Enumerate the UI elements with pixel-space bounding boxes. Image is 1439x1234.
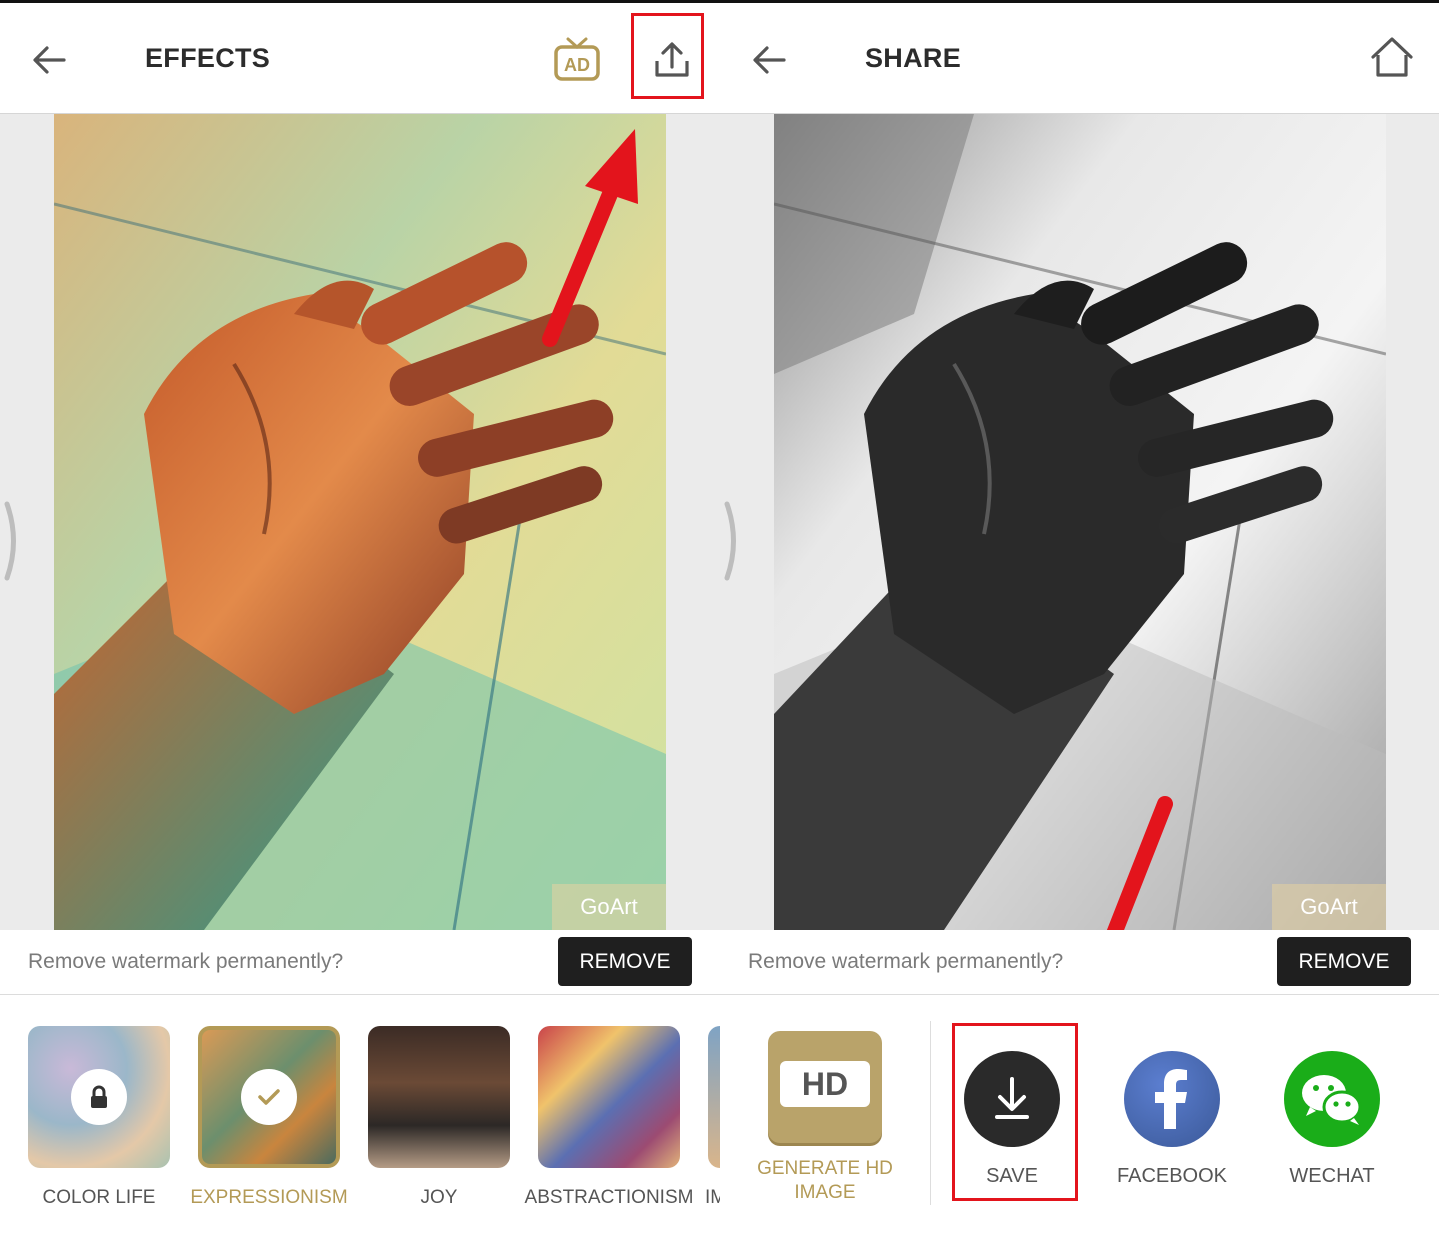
style-label-partial: IM xyxy=(705,1187,720,1208)
effects-screen: EFFECTS AD GoArt Remove watermark perman… xyxy=(0,0,720,1234)
style-tile-color-life[interactable] xyxy=(28,1026,170,1168)
effect-preview-area: GoArt xyxy=(0,114,720,931)
share-preview-area: GoArt xyxy=(720,114,1439,1004)
watermark: GoArt xyxy=(1272,884,1386,930)
watermark: GoArt xyxy=(552,884,666,930)
lock-icon xyxy=(91,1085,107,1108)
drawer-handle-icon[interactable] xyxy=(722,500,742,582)
share-upload-icon[interactable] xyxy=(645,33,699,87)
page-title: EFFECTS xyxy=(145,43,271,73)
page-title: SHARE xyxy=(865,43,962,73)
wechat-label: WECHAT xyxy=(1289,1165,1375,1187)
remove-watermark-button[interactable]: REMOVE xyxy=(558,937,692,986)
share-app-bar: SHARE xyxy=(720,3,1439,114)
hd-badge: HD xyxy=(780,1061,870,1107)
watermark-prompt: Remove watermark permanently? xyxy=(28,950,344,973)
facebook-label: FACEBOOK xyxy=(1116,1165,1228,1187)
facebook-icon xyxy=(1155,1069,1187,1129)
download-icon xyxy=(995,1077,1029,1119)
back-arrow-icon[interactable] xyxy=(748,39,790,81)
ad-tv-icon[interactable]: AD xyxy=(550,33,604,87)
style-tile-partial[interactable] xyxy=(708,1026,720,1168)
effect-styles-strip: COLOR LIFE EXPRESSIONISM JOY ABSTRACTION… xyxy=(0,995,720,1234)
generate-hd-label: GENERATE HD IMAGE xyxy=(757,1158,893,1203)
share-options-strip: HD GENERATE HD IMAGE SAVE FACEBOOK WECHA… xyxy=(720,995,1439,1234)
watermark-bar: Remove watermark permanently? REMOVE xyxy=(720,930,1439,995)
save-label: SAVE xyxy=(986,1165,1038,1187)
divider xyxy=(930,1021,931,1205)
generate-hd-button[interactable]: HD xyxy=(768,1031,882,1143)
lock-badge xyxy=(71,1069,127,1125)
style-tile-abstractionism[interactable] xyxy=(538,1026,680,1168)
watermark-prompt: Remove watermark permanently? xyxy=(748,950,1064,973)
checkmark-icon xyxy=(258,1089,280,1105)
svg-text:AD: AD xyxy=(564,55,590,75)
style-label-joy: JOY xyxy=(420,1187,458,1208)
facebook-button[interactable] xyxy=(1124,1051,1220,1147)
wechat-button[interactable] xyxy=(1284,1051,1380,1147)
wechat-icon xyxy=(1302,1075,1362,1125)
share-screen: SHARE GoArt Remove watermark permanently… xyxy=(720,0,1439,1234)
style-tile-expressionism[interactable] xyxy=(198,1026,340,1168)
style-label-color-life: COLOR LIFE xyxy=(42,1187,156,1208)
drawer-handle-icon[interactable] xyxy=(2,500,22,582)
style-label-abstractionism: ABSTRACTIONISM xyxy=(524,1187,694,1208)
save-button[interactable] xyxy=(964,1051,1060,1147)
effects-app-bar: EFFECTS AD xyxy=(0,3,720,114)
watermark-bar: Remove watermark permanently? REMOVE xyxy=(0,930,720,995)
home-icon[interactable] xyxy=(1365,31,1419,85)
style-tile-joy[interactable] xyxy=(368,1026,510,1168)
red-arrow-annotation xyxy=(542,129,638,347)
selected-badge xyxy=(241,1069,297,1125)
back-arrow-icon[interactable] xyxy=(28,39,70,81)
remove-watermark-button[interactable]: REMOVE xyxy=(1277,937,1411,986)
style-label-expressionism: EXPRESSIONISM xyxy=(190,1187,348,1208)
